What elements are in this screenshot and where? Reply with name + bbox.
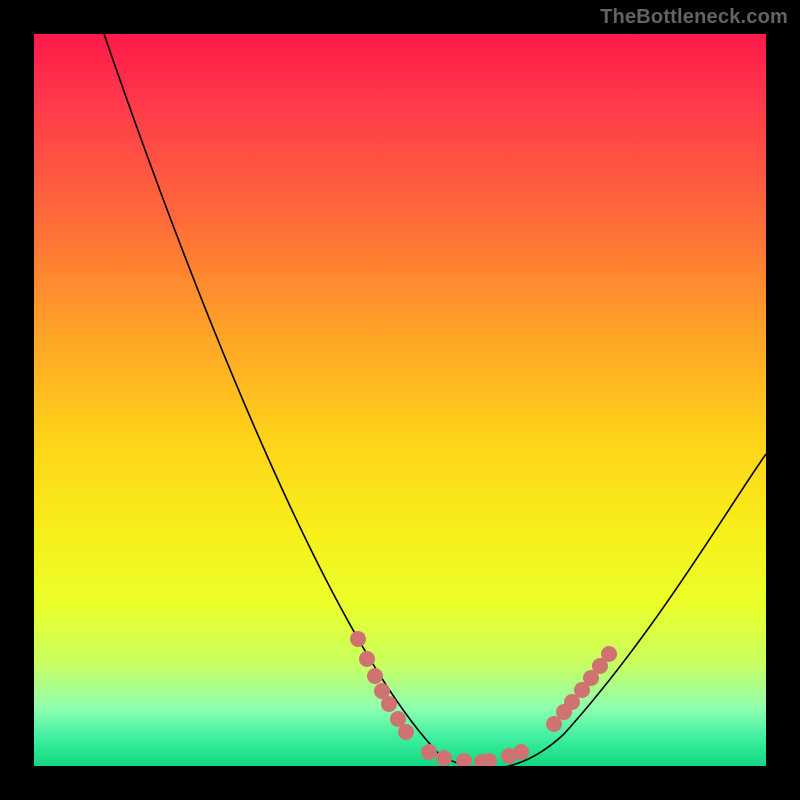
data-point xyxy=(421,744,437,760)
data-point xyxy=(359,651,375,667)
data-point xyxy=(381,696,397,712)
data-point xyxy=(601,646,617,662)
dots-group xyxy=(350,631,617,766)
watermark-text: TheBottleneck.com xyxy=(600,6,788,29)
data-point xyxy=(513,744,529,760)
data-point xyxy=(436,750,452,766)
data-point xyxy=(367,668,383,684)
data-point xyxy=(456,753,472,766)
chart-container: TheBottleneck.com xyxy=(0,0,800,800)
data-point xyxy=(350,631,366,647)
plot-area xyxy=(34,34,766,766)
bottleneck-curve xyxy=(104,34,766,766)
data-point xyxy=(398,724,414,740)
chart-svg xyxy=(34,34,766,766)
